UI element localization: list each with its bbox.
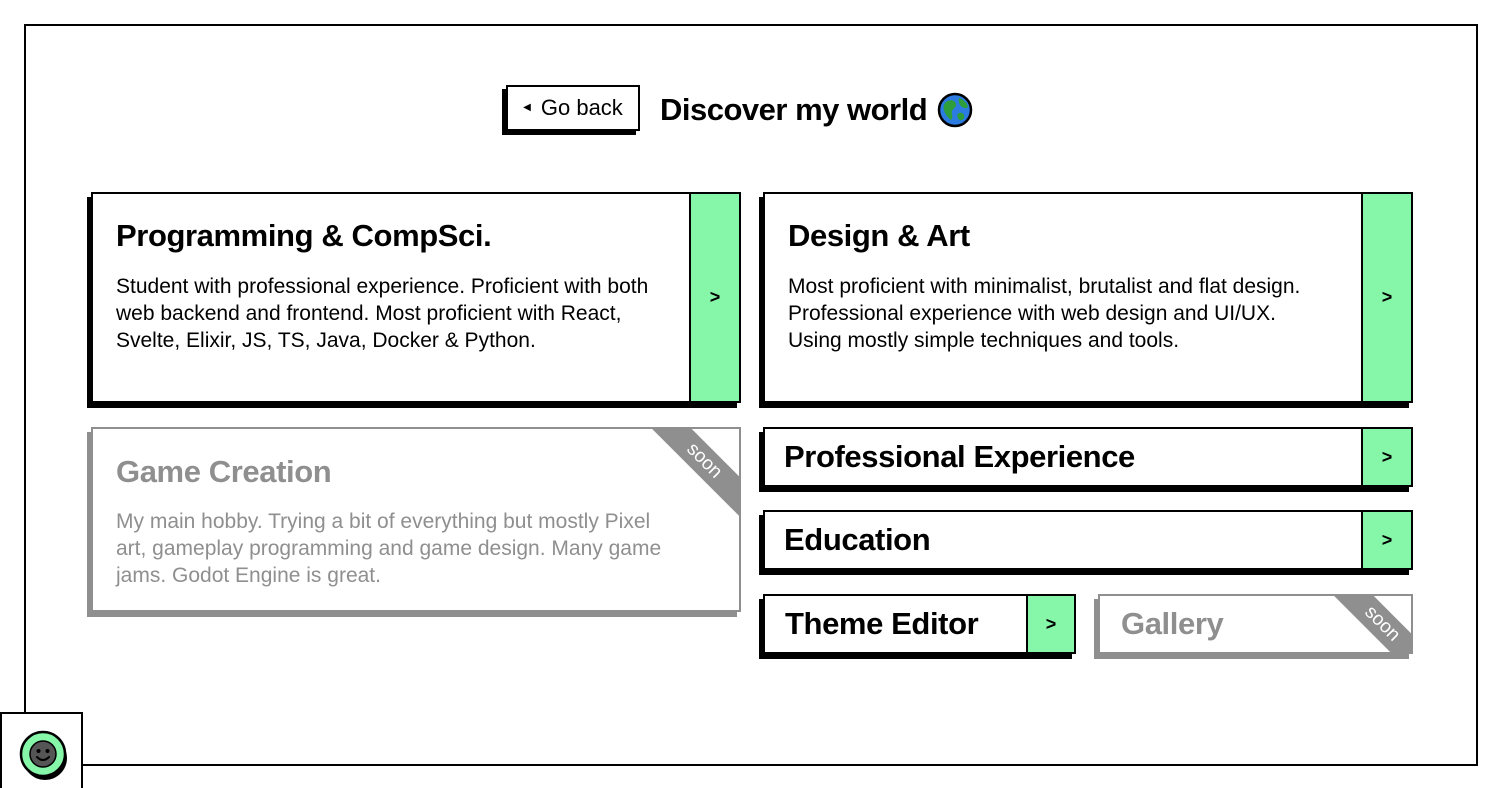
card-theme-editor[interactable]: Theme Editor > bbox=[763, 594, 1076, 654]
card-arrow-button[interactable]: > bbox=[1361, 429, 1411, 485]
avatar-box[interactable] bbox=[0, 712, 83, 788]
back-triangle-icon: ◀ bbox=[523, 101, 531, 113]
chevron-right-icon: > bbox=[709, 287, 721, 307]
page-title: Discover my world bbox=[660, 88, 973, 132]
card-game-creation: Game Creation My main hobby. Trying a bi… bbox=[91, 427, 741, 612]
card-title: Game Creation bbox=[116, 454, 332, 489]
card-arrow-button[interactable]: > bbox=[1361, 512, 1411, 568]
card-design[interactable]: Design & Art Most proficient with minima… bbox=[763, 192, 1413, 403]
chevron-right-icon: > bbox=[1045, 613, 1057, 634]
card-description: Most proficient with minimalist, brutali… bbox=[788, 275, 1301, 352]
chevron-right-icon: > bbox=[1381, 287, 1393, 307]
card-title: Design & Art bbox=[788, 218, 970, 253]
chevron-right-icon: > bbox=[1381, 446, 1393, 467]
smiley-avatar-icon[interactable] bbox=[18, 730, 70, 787]
page-title-text: Discover my world bbox=[660, 92, 928, 127]
card-programming[interactable]: Programming & CompSci. Student with prof… bbox=[91, 192, 741, 403]
chevron-right-icon: > bbox=[1381, 529, 1393, 550]
card-gallery: Gallery soon bbox=[1098, 594, 1413, 654]
card-arrow-button[interactable]: > bbox=[689, 194, 739, 401]
soon-ribbon: soon bbox=[644, 429, 739, 524]
card-title: Gallery bbox=[1121, 606, 1224, 641]
soon-badge: soon bbox=[1321, 596, 1411, 652]
card-description: My main hobby. Trying a bit of everythin… bbox=[116, 510, 662, 587]
globe-icon bbox=[937, 92, 973, 128]
card-title: Professional Experience bbox=[784, 439, 1135, 474]
card-title: Theme Editor bbox=[785, 606, 979, 641]
go-back-button[interactable]: ◀ Go back bbox=[506, 85, 640, 131]
card-title: Education bbox=[784, 522, 931, 557]
card-professional-experience[interactable]: Professional Experience > bbox=[763, 427, 1413, 487]
card-arrow-button[interactable]: > bbox=[1026, 596, 1074, 652]
card-arrow-button[interactable]: > bbox=[1361, 194, 1411, 401]
soon-badge: soon bbox=[644, 429, 739, 524]
card-title: Programming & CompSci. bbox=[116, 218, 492, 253]
soon-ribbon: soon bbox=[1321, 596, 1411, 652]
go-back-label: Go back bbox=[540, 95, 623, 120]
card-education[interactable]: Education > bbox=[763, 510, 1413, 570]
card-description: Student with professional experience. Pr… bbox=[116, 275, 649, 352]
